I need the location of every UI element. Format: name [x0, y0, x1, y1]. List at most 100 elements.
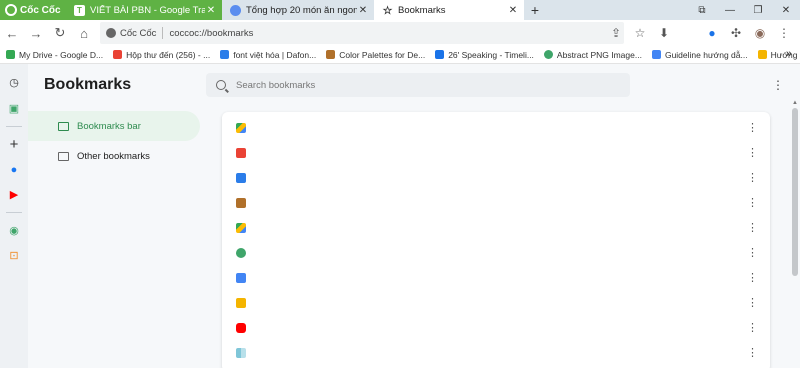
game-icon[interactable]: ▣ — [6, 100, 22, 116]
dafont-icon — [236, 172, 246, 183]
bookmark-bar-item[interactable]: Hộp thư đến (256) - ... — [113, 50, 210, 60]
bookmark-bar-item[interactable]: Color Palettes for De... — [326, 50, 425, 60]
folder-other-bookmarks[interactable]: Other bookmarks — [28, 141, 200, 171]
search-input[interactable]: Search bookmarks — [236, 80, 315, 91]
site-info[interactable]: Cốc Cốc — [106, 28, 156, 39]
tab-strip: Cốc Cốc T VIẾT BÀI PBN - Google Trang ✕ … — [0, 0, 800, 20]
close-tab-icon[interactable]: ✕ — [205, 5, 217, 16]
bookmarks-overflow-icon[interactable]: » — [786, 48, 792, 60]
list-item[interactable]: ⋮ — [222, 315, 770, 340]
browser-toolbar: ← → ↻ ⌂ Cốc Cốc coccoc://bookmarks ⇪ ☆ ⬇… — [0, 20, 800, 46]
google-drive-icon — [236, 222, 246, 233]
more-actions-icon[interactable]: ⋮ — [747, 171, 758, 184]
tab-sheets[interactable]: T VIẾT BÀI PBN - Google Trang ✕ — [66, 0, 222, 20]
close-window-icon[interactable]: ✕ — [772, 0, 800, 20]
bookmarks-page: Bookmarks Search bookmarks ⋮ Bookmarks b… — [28, 64, 800, 368]
restore-icon[interactable]: ❐ — [744, 0, 772, 20]
forward-icon[interactable]: → — [24, 21, 48, 45]
google-drive-icon — [435, 50, 445, 59]
owl-icon — [236, 197, 246, 208]
menu-icon[interactable]: ⋮ — [772, 21, 796, 45]
youtube-icon[interactable]: ▶ — [6, 186, 22, 202]
scrollbar-thumb[interactable] — [792, 108, 798, 276]
tab-title: VIẾT BÀI PBN - Google Trang — [90, 4, 205, 16]
history-icon[interactable]: ◷ — [6, 74, 22, 90]
more-actions-icon[interactable]: ⋮ — [747, 146, 758, 159]
address-bar[interactable]: Cốc Cốc coccoc://bookmarks — [100, 22, 624, 44]
bookmark-label: font việt hóa | Dafon... — [233, 49, 317, 60]
more-actions-icon[interactable]: ⋮ — [747, 321, 758, 334]
list-item[interactable]: ⋮ — [222, 165, 770, 190]
gmail-icon — [113, 50, 123, 59]
window-controls: ⧉ — ❐ ✕ — [688, 0, 800, 20]
extensions-icon[interactable]: ✣ — [724, 21, 748, 45]
more-actions-icon[interactable]: ⋮ — [747, 221, 758, 234]
new-tab-button[interactable]: + — [524, 0, 546, 20]
organize-menu-icon[interactable]: ⋮ — [772, 78, 784, 92]
more-actions-icon[interactable]: ⋮ — [747, 296, 758, 309]
more-actions-icon[interactable]: ⋮ — [747, 121, 758, 134]
google-drive-icon — [6, 50, 15, 59]
bookmark-label: My Drive - Google D... — [19, 49, 104, 60]
list-item[interactable]: ⋮ — [222, 215, 770, 240]
list-item[interactable]: ⋮ — [222, 290, 770, 315]
more-actions-icon[interactable]: ⋮ — [747, 196, 758, 209]
bookmark-star-icon[interactable]: ☆ — [628, 21, 652, 45]
divider — [162, 27, 164, 39]
close-tab-icon[interactable]: ✕ — [357, 5, 369, 16]
reload-icon[interactable]: ↻ — [48, 21, 72, 45]
home-icon[interactable]: ⌂ — [72, 21, 96, 45]
sidebar-rail: ◷ ▣ + ● ▶ ◉ ⊡ — [0, 64, 28, 368]
search-bookmarks[interactable]: Search bookmarks — [206, 73, 630, 97]
list-item[interactable]: ⋮ — [222, 240, 770, 265]
bookmark-label: Guideline hướng dẫ... — [664, 49, 748, 60]
profile-avatar[interactable]: ◉ — [748, 21, 772, 45]
list-item[interactable]: ⋮ — [222, 190, 770, 215]
list-item[interactable]: ⋮ — [222, 140, 770, 165]
coccoc-logo-icon — [5, 4, 17, 16]
bookmark-list: ⋮ ⋮ ⋮ ⋮ ⋮ ⋮ ⋮ ⋮ ⋮ ⋮ — [222, 112, 770, 368]
more-actions-icon[interactable]: ⋮ — [747, 271, 758, 284]
minimize-icon[interactable]: — — [716, 0, 744, 20]
bookmark-bar-item[interactable]: Guideline hướng dẫ... — [651, 49, 748, 60]
page-title: Bookmarks — [44, 76, 132, 93]
bookmark-bar-item[interactable]: font việt hóa | Dafon... — [220, 50, 316, 60]
shopping-cart-icon[interactable]: ⊡ — [6, 247, 22, 263]
add-icon[interactable]: + — [6, 136, 22, 153]
divider — [6, 126, 22, 127]
google-slides-icon — [236, 297, 246, 308]
shield-extension-icon[interactable]: ● — [700, 21, 724, 45]
coccoc-logo[interactable]: Cốc Cốc — [0, 0, 66, 20]
folder-icon — [58, 121, 69, 131]
bookmark-bar-item[interactable]: Abstract PNG Image... — [543, 50, 642, 60]
list-item[interactable]: ⋮ — [222, 115, 770, 140]
bookmark-bar-item[interactable]: Hướng dẫn add tag... — [757, 50, 800, 60]
tab-title: Bookmarks — [398, 4, 446, 16]
list-item[interactable]: ⋮ — [222, 265, 770, 290]
facebook-icon[interactable]: ● — [6, 162, 22, 178]
share-icon[interactable]: ⇪ — [604, 21, 628, 45]
coccoc-game-icon[interactable]: ◉ — [6, 222, 22, 238]
toolbar-actions: ⇪ ☆ ⬇ ● ✣ ◉ ⋮ — [604, 20, 796, 46]
google-drive-icon — [236, 122, 246, 133]
tab-search-icon[interactable]: ⧉ — [688, 0, 716, 20]
folder-bookmarks-bar[interactable]: Bookmarks bar — [28, 111, 200, 141]
bookmarks-bar: My Drive - Google D... Hộp thư đến (256)… — [0, 46, 800, 64]
list-item[interactable]: ⋮ — [222, 340, 770, 365]
mosaic-icon — [236, 347, 246, 358]
bookmark-bar-item[interactable]: My Drive - Google D... — [6, 50, 103, 60]
close-tab-icon[interactable]: ✕ — [507, 5, 519, 16]
scroll-up-icon[interactable]: ▲ — [792, 100, 798, 106]
more-actions-icon[interactable]: ⋮ — [747, 246, 758, 259]
more-actions-icon[interactable]: ⋮ — [747, 346, 758, 359]
back-icon[interactable]: ← — [0, 21, 24, 45]
bookmark-bar-item[interactable]: 26' Speaking - Timeli... — [435, 50, 534, 60]
brand-name: Cốc Cốc — [20, 4, 61, 16]
folder-label: Other bookmarks — [77, 150, 150, 162]
url-text[interactable]: coccoc://bookmarks — [169, 28, 253, 39]
tab-bookmarks[interactable]: ☆ Bookmarks ✕ — [374, 0, 524, 20]
coccoc-site-icon — [106, 28, 116, 38]
tab-article[interactable]: Tổng hợp 20 món ăn ngon d ✕ — [222, 0, 374, 20]
download-icon[interactable]: ⬇ — [652, 21, 676, 45]
bookmark-label: Hộp thư đến (256) - ... — [126, 49, 211, 60]
